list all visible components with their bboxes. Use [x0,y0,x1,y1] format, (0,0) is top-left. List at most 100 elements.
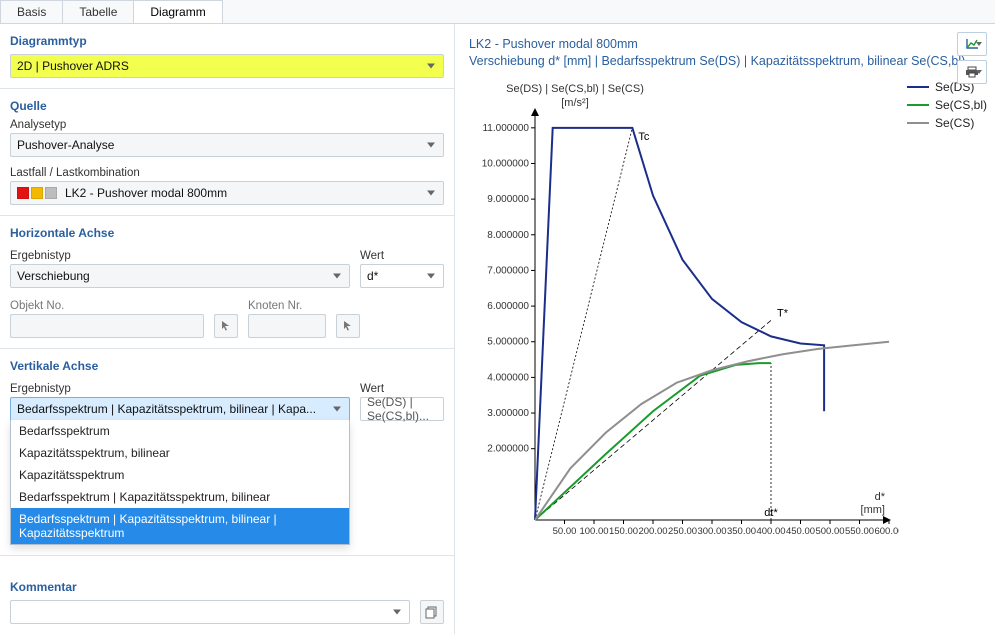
svg-text:8.000000: 8.000000 [487,230,529,241]
legend-item: Se(CS,bl) [907,98,987,112]
svg-text:[mm]: [mm] [861,504,885,516]
svg-text:250.00: 250.00 [668,526,697,537]
objekt-label: Objekt No. [10,300,238,312]
haxis-ergebnistyp-label: Ergebnistyp [10,250,350,262]
chart-config-button[interactable] [957,32,987,56]
chart-legend: Se(DS) Se(CS,bl) Se(CS) [907,80,987,563]
chart-svg: Se(DS) | Se(CS,bl) | Se(CS) [m/s²] 2.00000… [469,80,899,560]
print-icon [965,66,979,78]
svg-text:Tc: Tc [638,131,650,143]
haxis-wert-select[interactable]: d* [360,264,444,288]
vaxis-ergebnistyp-value: Bedarfsspektrum | Kapazitätsspektrum, bi… [17,402,316,416]
right-panel: LK2 - Pushover modal 800mm Verschiebung … [455,24,995,634]
dropdown-option-selected[interactable]: Bedarfsspektrum | Kapazitätsspektrum, bi… [11,508,349,544]
svg-text:Se(DS) | Se(CS,bl) | Se(CS): Se(DS) | Se(CS,bl) | Se(CS) [506,83,644,95]
svg-text:9.000000: 9.000000 [487,194,529,205]
svg-text:400.00: 400.00 [756,526,785,537]
swatch-amber [31,187,43,199]
objekt-pick-button[interactable] [214,314,238,338]
section-diagrammtyp: Diagrammtyp 2D | Pushover ADRS [0,24,454,89]
svg-text:T*: T* [777,307,789,319]
svg-text:550.00: 550.00 [845,526,874,537]
dropdown-option[interactable]: Bedarfsspektrum | Kapazitätsspektrum, bi… [11,486,349,508]
legend-swatch [907,86,929,88]
vaxis-wert-label: Wert [360,383,444,395]
svg-text:600.00: 600.00 [874,526,899,537]
legend-label: Se(CS,bl) [935,98,987,112]
objekt-input[interactable] [10,314,204,338]
svg-text:300.00: 300.00 [697,526,726,537]
lastfall-value: LK2 - Pushover modal 800mm [65,186,227,200]
chart-print-button[interactable] [957,60,987,84]
knoten-pick-button[interactable] [336,314,360,338]
quelle-title: Quelle [10,99,444,113]
svg-text:200.00: 200.00 [638,526,667,537]
svg-text:350.00: 350.00 [727,526,756,537]
vaxis-wert-value: Se(DS) | Se(CS,bl)... [367,395,437,423]
dropdown-option[interactable]: Kapazitätsspektrum, bilinear [11,442,349,464]
analysetyp-select[interactable]: Pushover-Analyse [10,133,444,157]
legend-label: Se(CS) [935,116,974,130]
section-kommentar: Kommentar [0,570,454,634]
svg-text:4.000000: 4.000000 [487,372,529,383]
tab-basis[interactable]: Basis [0,0,63,23]
legend-swatch [907,104,929,106]
haxis-wert-label: Wert [360,250,444,262]
section-v-achse: Vertikale Achse Ergebnistyp Bedarfsspekt… [0,349,454,556]
svg-text:[m/s²]: [m/s²] [561,97,589,109]
haxis-title: Horizontale Achse [10,226,444,240]
svg-text:500.00: 500.00 [815,526,844,537]
chart-area: Se(DS) | Se(CS,bl) | Se(CS) [m/s²] 2.00000… [469,80,899,563]
svg-text:7.000000: 7.000000 [487,265,529,276]
svg-text:100.00: 100.00 [579,526,608,537]
knoten-label: Knoten Nr. [248,300,360,312]
cursor-icon [342,320,354,332]
haxis-ergebnistyp-value: Verschiebung [17,269,90,283]
haxis-wert-value: d* [367,269,378,283]
cursor-icon [220,320,232,332]
analysetyp-label: Analysetyp [10,119,444,131]
svg-text:dt*: dt* [764,507,778,519]
kommentar-select[interactable] [10,600,410,624]
svg-text:2.000000: 2.000000 [487,443,529,454]
chart-title-line1: LK2 - Pushover modal 800mm [469,37,638,51]
knoten-input[interactable] [248,314,326,338]
dropdown-option[interactable]: Kapazitätsspektrum [11,464,349,486]
kommentar-copy-button[interactable] [420,600,444,624]
swatch-gray [45,187,57,199]
swatch-red [17,187,29,199]
svg-text:5.000000: 5.000000 [487,336,529,347]
tab-diagramm[interactable]: Diagramm [133,0,222,23]
left-panel: Diagrammtyp 2D | Pushover ADRS Quelle An… [0,24,455,634]
analysetyp-value: Pushover-Analyse [17,138,114,152]
kommentar-title: Kommentar [10,580,444,594]
vaxis-ergebnistyp-dropdown: Bedarfsspektrum Kapazitätsspektrum, bili… [10,420,350,545]
svg-text:450.00: 450.00 [786,526,815,537]
chart-title-line2: Verschiebung d* [mm] | Bedarfsspektrum S… [469,54,965,68]
vaxis-ergebnistyp-select[interactable]: Bedarfsspektrum | Kapazitätsspektrum, bi… [10,397,350,421]
chart-title: LK2 - Pushover modal 800mm Verschiebung … [469,36,987,70]
diagrammtyp-value: 2D | Pushover ADRS [17,59,129,73]
diagrammtyp-select[interactable]: 2D | Pushover ADRS [10,54,444,78]
lastfall-select[interactable]: LK2 - Pushover modal 800mm [10,181,444,205]
copy-icon [425,606,438,619]
tab-tabelle[interactable]: Tabelle [62,0,134,23]
vaxis-wert-display[interactable]: Se(DS) | Se(CS,bl)... [360,397,444,421]
svg-text:11.000000: 11.000000 [482,123,529,134]
legend-item: Se(CS) [907,116,987,130]
tabs: Basis Tabelle Diagramm [0,0,995,24]
vaxis-title: Vertikale Achse [10,359,444,373]
svg-text:10.000000: 10.000000 [482,158,530,169]
vaxis-ergebnistyp-label: Ergebnistyp [10,383,350,395]
svg-text:150.00: 150.00 [609,526,638,537]
lastfall-swatches [17,187,59,199]
section-h-achse: Horizontale Achse Ergebnistyp Verschiebu… [0,216,454,349]
axes-icon [965,38,979,50]
svg-text:6.000000: 6.000000 [487,301,529,312]
haxis-ergebnistyp-select[interactable]: Verschiebung [10,264,350,288]
section-quelle: Quelle Analysetyp Pushover-Analyse Lastf… [0,89,454,216]
diagrammtyp-title: Diagrammtyp [10,34,444,48]
dropdown-option[interactable]: Bedarfsspektrum [11,420,349,442]
svg-text:50.00: 50.00 [553,526,577,537]
chart-tools [957,32,987,84]
